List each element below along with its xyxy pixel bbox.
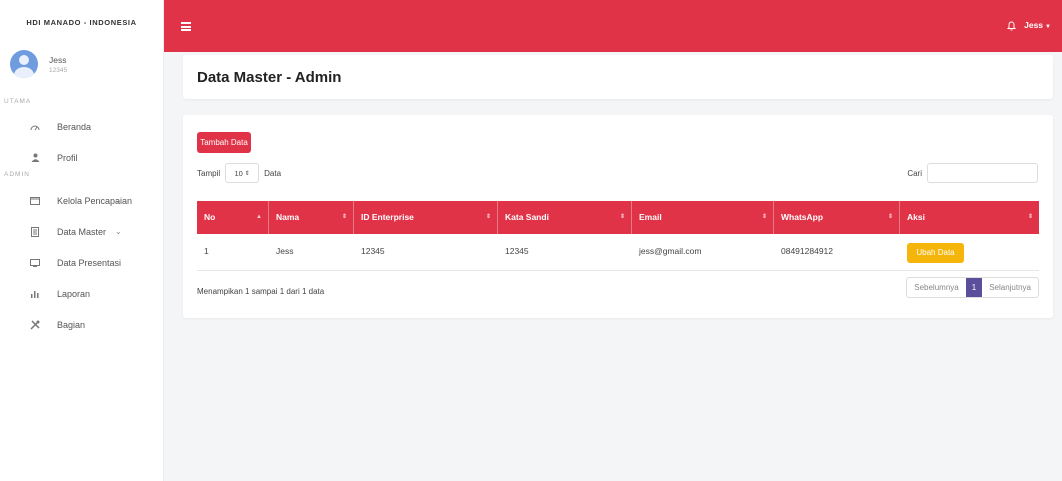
bar-chart-icon bbox=[30, 289, 40, 299]
tools-icon bbox=[30, 319, 40, 330]
sidebar-item-label: Data Presentasi bbox=[57, 257, 122, 268]
cell-kata-sandi: 12345 bbox=[505, 246, 529, 256]
sort-icon: ⇕ bbox=[887, 214, 893, 220]
page-length-value: 10 bbox=[234, 168, 243, 178]
sort-icon: ⇕ bbox=[485, 214, 491, 220]
avatar bbox=[10, 50, 38, 78]
sidebar-item-profil[interactable]: Profil bbox=[0, 142, 163, 173]
sidebar-item-kelola-pencapaian[interactable]: Kelola Pencapaian ⌄ bbox=[0, 185, 163, 216]
column-header-whatsapp[interactable]: WhatsApp ⇕ bbox=[774, 201, 900, 234]
user-menu-label: Jess bbox=[1024, 20, 1044, 30]
search-input[interactable] bbox=[927, 163, 1038, 183]
column-header-email[interactable]: Email ⇕ bbox=[632, 201, 774, 234]
sort-icon: ⇕ bbox=[761, 214, 767, 220]
show-suffix-label: Data bbox=[264, 168, 282, 178]
brand-title: HDI MANADO - INDONESIA bbox=[26, 18, 137, 27]
cell-no: 1 bbox=[204, 246, 209, 256]
cell-email: jess@gmail.com bbox=[639, 246, 702, 256]
section-label-utama: UTAMA bbox=[4, 98, 32, 105]
hamburger-icon[interactable] bbox=[181, 22, 191, 31]
prev-page-button[interactable]: Sebelumnya bbox=[907, 278, 965, 297]
column-header-kata-sandi[interactable]: Kata Sandi ⇕ bbox=[498, 201, 632, 234]
table-header: No ▲ Nama ⇕ ID Enterprise ⇕ Kata Sandi ⇕ Ema… bbox=[197, 201, 1039, 234]
sort-icon: ⇕ bbox=[341, 214, 347, 220]
user-icon bbox=[30, 153, 40, 163]
sidebar-item-laporan[interactable]: Laporan bbox=[0, 278, 163, 309]
caret-down-icon: ▼ bbox=[1045, 24, 1051, 30]
add-data-button[interactable]: Tambah Data bbox=[197, 132, 251, 153]
chevron-down-icon: ⌄ bbox=[115, 227, 122, 236]
page-length-control: Tampil 10 ⇕ Data bbox=[197, 163, 281, 183]
folder-icon bbox=[30, 196, 40, 206]
sort-icon: ⇕ bbox=[619, 214, 625, 220]
page-header: Data Master - Admin bbox=[183, 55, 1053, 99]
gauge-icon bbox=[30, 122, 40, 132]
select-arrows-icon: ⇕ bbox=[244, 170, 250, 177]
admin-table: No ▲ Nama ⇕ ID Enterprise ⇕ Kata Sandi ⇕ Ema… bbox=[197, 201, 1039, 271]
document-icon bbox=[30, 226, 40, 237]
chevron-down-icon: ⌄ bbox=[115, 196, 122, 205]
sidebar-item-label: Profil bbox=[57, 152, 78, 163]
sidebar-user-name: Jess bbox=[49, 54, 67, 65]
monitor-icon bbox=[30, 258, 40, 268]
sidebar-item-bagian[interactable]: Bagian bbox=[0, 309, 163, 340]
column-header-id-enterprise[interactable]: ID Enterprise ⇕ bbox=[354, 201, 498, 234]
sidebar-item-label: Beranda bbox=[57, 121, 92, 132]
sort-asc-icon: ▲ bbox=[256, 214, 262, 220]
cell-whatsapp: 08491284912 bbox=[781, 246, 834, 256]
pagination: Sebelumnya 1 Selanjutnya bbox=[906, 277, 1039, 298]
sidebar-user-id: 12345 bbox=[49, 66, 68, 74]
column-header-aksi[interactable]: Aksi ⇕ bbox=[900, 201, 1039, 234]
edit-data-button[interactable]: Ubah Data bbox=[907, 243, 964, 263]
topbar: Jess ▼ bbox=[164, 0, 1062, 52]
sidebar-item-beranda[interactable]: Beranda bbox=[0, 111, 163, 142]
page-length-select[interactable]: 10 ⇕ bbox=[225, 163, 260, 183]
show-prefix-label: Tampil bbox=[197, 168, 221, 178]
column-header-no[interactable]: No ▲ bbox=[197, 201, 269, 234]
cell-aksi: Ubah Data bbox=[900, 234, 1039, 271]
data-card: Tambah Data Tampil 10 ⇕ Data Cari No ▲ Nam… bbox=[183, 115, 1053, 318]
next-page-button[interactable]: Selanjutnya bbox=[982, 278, 1038, 297]
cell-nama: Jess bbox=[276, 246, 294, 256]
page-button-1[interactable]: 1 bbox=[965, 278, 983, 297]
sidebar-item-label: Bagian bbox=[57, 319, 86, 330]
page-title: Data Master - Admin bbox=[197, 69, 342, 86]
search-control: Cari bbox=[907, 163, 1038, 183]
table-info: Menampikan 1 sampai 1 dari 1 data bbox=[197, 287, 325, 296]
sidebar-item-label: Data Master bbox=[57, 226, 107, 237]
user-menu[interactable]: Jess ▼ bbox=[1024, 20, 1051, 30]
sort-icon: ⇕ bbox=[1027, 214, 1033, 220]
bell-icon[interactable] bbox=[1006, 21, 1017, 31]
column-header-nama[interactable]: Nama ⇕ bbox=[269, 201, 354, 234]
sidebar: HDI MANADO - INDONESIA Jess 12345 UTAMA … bbox=[0, 0, 164, 481]
sidebar-item-data-presentasi[interactable]: Data Presentasi bbox=[0, 247, 163, 278]
table-row: 1 Jess 12345 12345 jess@gmail.com 084912… bbox=[197, 234, 1039, 271]
sidebar-user[interactable]: Jess 12345 bbox=[0, 45, 163, 83]
cell-id-enterprise: 12345 bbox=[361, 246, 385, 256]
search-label: Cari bbox=[907, 168, 922, 178]
sidebar-item-label: Laporan bbox=[57, 288, 91, 299]
sidebar-item-data-master[interactable]: Data Master ⌄ bbox=[0, 216, 163, 247]
